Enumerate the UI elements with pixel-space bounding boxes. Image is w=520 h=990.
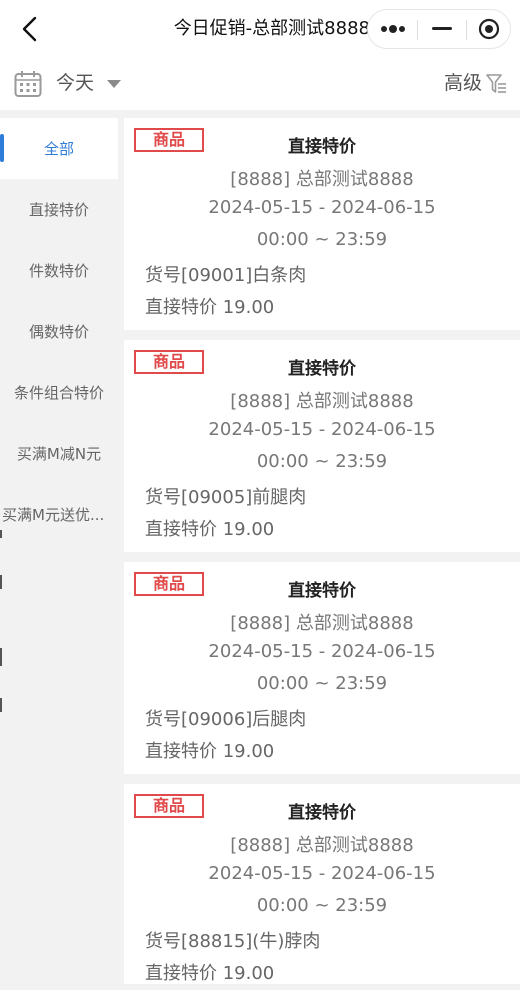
caret-down-icon[interactable] xyxy=(107,80,121,88)
promotion-price: 直接特价 19.00 xyxy=(145,519,275,540)
promotion-type: 直接特价 xyxy=(288,137,356,157)
promotion-list: 商品 直接特价 [8888] 总部测试8888 2024-05-15 - 202… xyxy=(124,118,520,984)
sidebar-item-label: 偶数特价 xyxy=(28,323,89,341)
back-button[interactable] xyxy=(14,12,44,46)
store-name: [8888] 总部测试8888 xyxy=(230,169,414,190)
sidebar-item-combo-special[interactable]: 条件组合特价 xyxy=(0,362,118,423)
page-title: 今日促销-总部测试8888 xyxy=(173,18,370,39)
date-range: 2024-05-15 - 2024-06-15 xyxy=(208,863,436,884)
time-range: 00:00 ~ 23:59 xyxy=(256,451,388,472)
category-sidebar: 全部 直接特价 件数特价 偶数特价 条件组合特价 买满M减N元 买满M元送优..… xyxy=(0,118,118,545)
promotion-card[interactable]: 商品 直接特价 [8888] 总部测试8888 2024-05-15 - 202… xyxy=(124,562,520,774)
sidebar-item-label: 买满M元送优... xyxy=(2,506,105,524)
sidebar-item-direct-special[interactable]: 直接特价 xyxy=(0,179,118,240)
time-range: 00:00 ~ 23:59 xyxy=(256,673,388,694)
more-dots-icon xyxy=(380,25,405,33)
sidebar-scroll-indicator xyxy=(0,520,3,750)
promotion-type: 直接特价 xyxy=(288,581,356,601)
time-range: 00:00 ~ 23:59 xyxy=(256,229,388,250)
minimize-icon xyxy=(432,27,452,30)
promotion-type: 直接特价 xyxy=(288,803,356,823)
target-close-icon xyxy=(478,18,500,40)
sidebar-item-label: 条件组合特价 xyxy=(13,384,104,402)
title-bar: 今日促销-总部测试8888 xyxy=(0,0,520,58)
date-range-dropdown[interactable]: 今天 xyxy=(56,70,94,96)
store-name: [8888] 总部测试8888 xyxy=(230,391,414,412)
promotion-card[interactable]: 商品 直接特价 [8888] 总部测试8888 2024-05-15 - 202… xyxy=(124,340,520,552)
sidebar-item-label: 件数特价 xyxy=(28,262,89,280)
item-code: 货号[09005]前腿肉 xyxy=(145,487,307,508)
item-code: 货号[88815](牛)脖肉 xyxy=(145,931,321,952)
promotion-price: 直接特价 19.00 xyxy=(145,297,275,318)
sidebar-item-spend-coupon[interactable]: 买满M元送优... xyxy=(0,484,118,545)
sidebar-item-spend-discount[interactable]: 买满M减N元 xyxy=(0,423,118,484)
item-code: 货号[09001]白条肉 xyxy=(145,265,307,286)
more-button[interactable] xyxy=(368,10,417,48)
filter-bar: 今天 高级 xyxy=(0,58,520,110)
filter-funnel-icon[interactable] xyxy=(486,73,508,95)
minimize-button[interactable] xyxy=(418,10,466,48)
promotion-price: 直接特价 19.00 xyxy=(145,963,275,984)
date-range: 2024-05-15 - 2024-06-15 xyxy=(208,641,436,662)
sidebar-item-even-special[interactable]: 偶数特价 xyxy=(0,301,118,362)
close-button[interactable] xyxy=(467,10,511,48)
date-range: 2024-05-15 - 2024-06-15 xyxy=(208,419,436,440)
advanced-filter-button[interactable]: 高级 xyxy=(444,70,482,96)
promotion-type: 直接特价 xyxy=(288,359,356,379)
sidebar-item-label: 买满M减N元 xyxy=(16,445,102,463)
promotion-price: 直接特价 19.00 xyxy=(145,741,275,762)
time-range: 00:00 ~ 23:59 xyxy=(256,895,388,916)
date-range: 2024-05-15 - 2024-06-15 xyxy=(208,197,436,218)
store-name: [8888] 总部测试8888 xyxy=(230,613,414,634)
store-name: [8888] 总部测试8888 xyxy=(230,835,414,856)
sidebar-item-quantity-special[interactable]: 件数特价 xyxy=(0,240,118,301)
item-code: 货号[09006]后腿肉 xyxy=(145,709,307,730)
sidebar-item-label: 直接特价 xyxy=(28,201,89,219)
promotion-card[interactable]: 商品 直接特价 [8888] 总部测试8888 2024-05-15 - 202… xyxy=(124,118,520,330)
sidebar-item-all[interactable]: 全部 xyxy=(0,118,118,179)
mini-program-capsule xyxy=(367,9,511,49)
calendar-icon[interactable] xyxy=(14,70,42,98)
sidebar-item-label: 全部 xyxy=(43,140,74,158)
chevron-left-icon xyxy=(22,16,37,42)
promotion-card[interactable]: 商品 直接特价 [8888] 总部测试8888 2024-05-15 - 202… xyxy=(124,784,520,984)
